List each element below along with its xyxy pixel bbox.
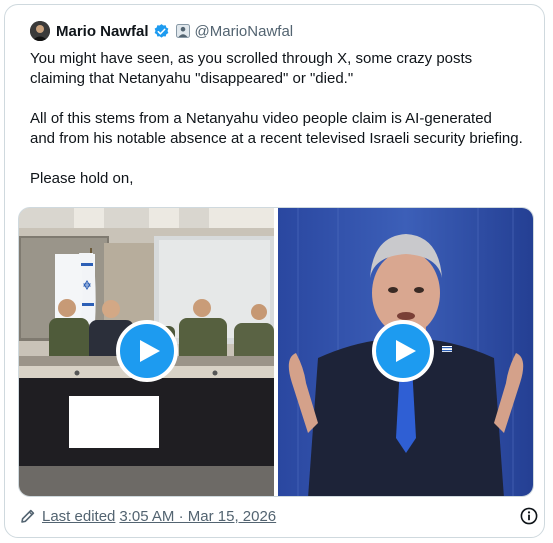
video-security-briefing[interactable] <box>19 208 274 496</box>
timestamp-link[interactable]: 3:05 AM · Mar 15, 2026 <box>119 508 276 525</box>
play-icon <box>139 340 160 362</box>
author-name[interactable]: Mario Nawfal <box>56 23 149 40</box>
affiliate-badge-icon[interactable] <box>175 24 190 38</box>
play-button[interactable] <box>116 320 178 382</box>
text-line: Please hold on, <box>30 170 134 187</box>
play-button[interactable] <box>372 320 434 382</box>
verified-badge-icon <box>153 23 170 40</box>
tweet-card: Mario Nawfal @MarioNawfal You might have… <box>4 4 545 538</box>
tweet-paragraph: All of this stems from a Netanyahu video… <box>30 109 535 149</box>
pencil-icon <box>20 508 36 524</box>
text-line: and from his notable absence at a recent… <box>30 130 523 147</box>
text-line: All of this stems from a Netanyahu video… <box>30 110 492 127</box>
play-icon <box>395 340 416 362</box>
tweet-paragraph: Please hold on, <box>30 169 535 189</box>
text-line: claiming that Netanyahu "disappeared" or… <box>30 70 354 87</box>
media-grid <box>18 207 534 497</box>
tweet-header: Mario Nawfal @MarioNawfal <box>30 19 293 43</box>
avatar[interactable] <box>30 21 50 41</box>
info-icon[interactable] <box>520 507 538 525</box>
last-edited-link[interactable]: Last edited <box>42 508 115 525</box>
tweet-text: You might have seen, as you scrolled thr… <box>30 49 535 209</box>
tweet-paragraph: You might have seen, as you scrolled thr… <box>30 49 535 89</box>
author-handle[interactable]: @MarioNawfal <box>195 23 294 40</box>
video-netanyahu-speech[interactable] <box>278 208 533 496</box>
text-line: You might have seen, as you scrolled thr… <box>30 50 473 67</box>
tweet-footer: Last edited 3:05 AM · Mar 15, 2026 <box>20 505 540 527</box>
